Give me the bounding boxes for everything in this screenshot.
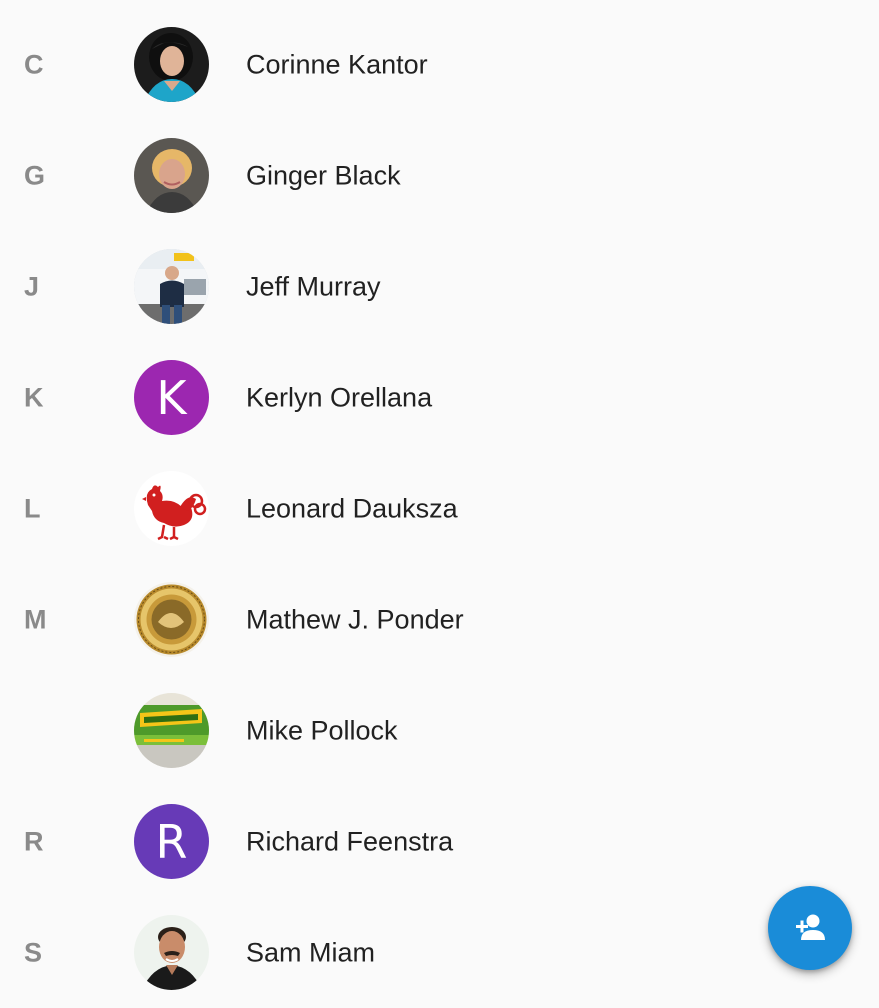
contact-name: Mathew J. Ponder [246, 604, 464, 634]
contact-name: Leonard Dauksza [246, 493, 458, 523]
contact-name: Kerlyn Orellana [246, 382, 433, 412]
contact-row[interactable]: G Ginger Black [0, 120, 879, 231]
contact-name: Ginger Black [246, 160, 401, 190]
contact-avatar-initial: R [134, 804, 209, 879]
contact-name: Jeff Murray [246, 271, 381, 301]
contact-row[interactable]: R R Richard Feenstra [0, 786, 879, 897]
contact-avatar [134, 249, 209, 324]
contact-name: Sam Miam [246, 937, 376, 967]
add-person-icon [796, 914, 825, 940]
section-letter: M [24, 604, 47, 634]
contact-avatar [134, 471, 209, 546]
contact-avatar-initial: K [134, 360, 209, 435]
contact-avatar [134, 915, 209, 990]
section-letter: L [24, 493, 41, 523]
contact-avatar [134, 582, 209, 657]
contact-name: Corinne Kantor [246, 49, 428, 79]
section-letter: C [24, 49, 44, 79]
contact-row[interactable]: L Leonard Dauksza [0, 453, 879, 564]
section-letter: S [24, 937, 43, 967]
contact-row[interactable]: K K Kerlyn Orellana [0, 342, 879, 453]
contact-avatar [134, 27, 209, 102]
contact-row[interactable]: C Corinne Kantor [0, 9, 879, 120]
contact-row[interactable]: J Jeff Murray [0, 231, 879, 342]
add-contact-button[interactable] [768, 886, 852, 970]
contact-name: Mike Pollock [246, 715, 398, 745]
contact-avatar [134, 693, 209, 768]
contact-row[interactable]: M Mathew J. Ponder [0, 564, 879, 675]
section-letter: G [24, 160, 46, 190]
section-letter: K [24, 382, 44, 412]
section-letter: R [24, 826, 44, 856]
contact-name: Richard Feenstra [246, 826, 454, 856]
contact-avatar [134, 138, 209, 213]
contact-row[interactable]: Mike Pollock [0, 675, 879, 786]
section-letter: J [24, 271, 40, 301]
contact-row[interactable]: S Sam Miam [0, 897, 879, 1008]
